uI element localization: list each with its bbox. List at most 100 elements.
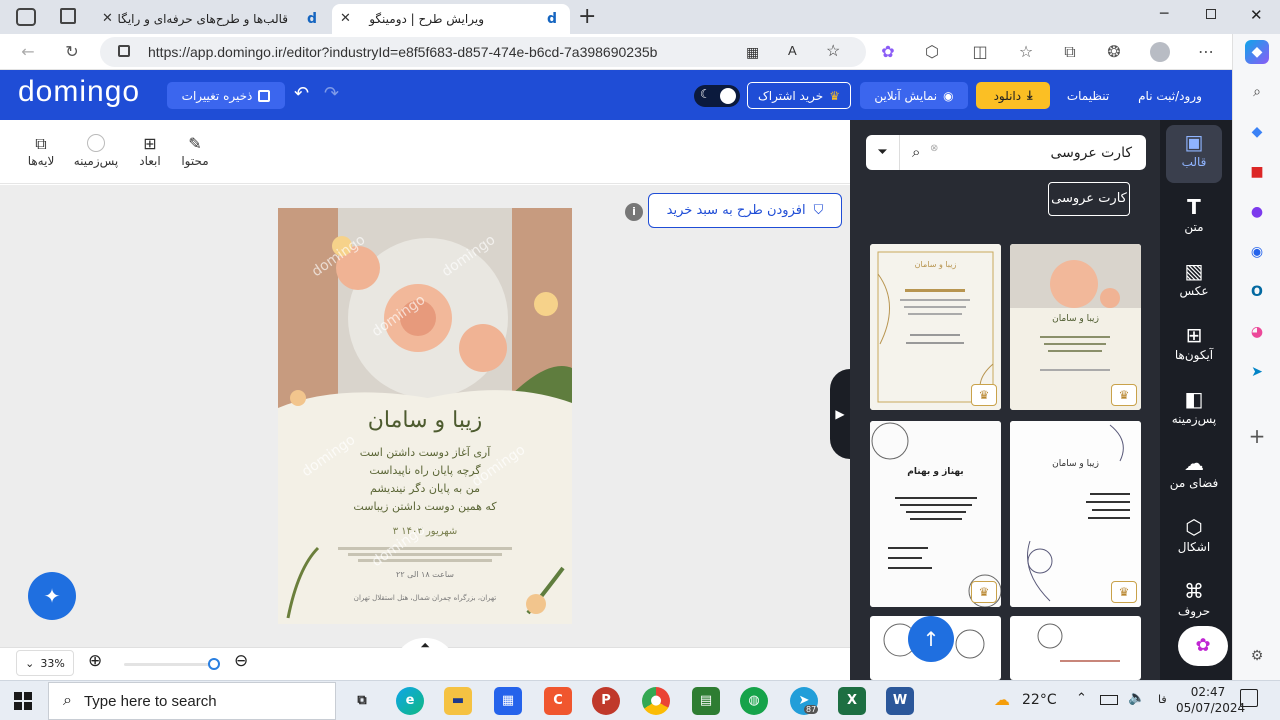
store-icon[interactable]: ▦	[494, 687, 522, 715]
template-thumb[interactable]	[1010, 616, 1141, 680]
ai-brain-button[interactable]: ✿	[1178, 626, 1228, 666]
undo-icon[interactable]: ↶	[294, 83, 309, 104]
wedding-card-design[interactable]: زیبا و سامان آری آغاز دوست داشتن است گرچ…	[278, 208, 572, 624]
search-input[interactable]: کارت عروسی	[1050, 145, 1132, 161]
extensions-icon[interactable]: ⬡	[922, 42, 942, 62]
scroll-top-button[interactable]: ↑	[908, 616, 954, 662]
chrome-icon[interactable]: ●	[642, 687, 670, 715]
filter-icon[interactable]: ⏷	[866, 135, 900, 170]
login-link[interactable]: ورود/ثبت نام	[1130, 82, 1210, 109]
sidebar-settings-icon[interactable]: ⚙	[1245, 644, 1269, 668]
template-thumb[interactable]: زیبا و سامان ♛	[1010, 244, 1141, 410]
close-window-icon[interactable]: ✕	[1250, 6, 1263, 24]
tools-icon[interactable]: ■	[1245, 160, 1269, 184]
app-green-icon[interactable]: ▤	[692, 687, 720, 715]
favorite-icon[interactable]: ☆	[826, 41, 840, 61]
download-button[interactable]: ⤓ دانلود	[976, 82, 1050, 109]
windows-start-icon[interactable]	[14, 692, 32, 710]
domingo-logo[interactable]: domingo	[18, 75, 140, 109]
copilot-ext-icon[interactable]: ✿	[878, 42, 898, 62]
online-preview-button[interactable]: ◉ نمایش آنلاین	[860, 82, 968, 109]
info-icon[interactable]: i	[625, 203, 643, 221]
app-orange-icon[interactable]: C	[544, 687, 572, 715]
notifications-icon[interactable]	[1240, 689, 1258, 707]
template-thumb[interactable]: زیبا و سامان ♛	[870, 244, 1001, 410]
profile-avatar[interactable]	[1150, 42, 1170, 62]
save-button[interactable]: ذخیره تغییرات	[167, 82, 285, 109]
background-tool[interactable]: پس‌زمینه	[70, 134, 122, 168]
zoom-select[interactable]: ⌄ 33%	[16, 650, 74, 676]
settings-link[interactable]: تنظیمات	[1060, 82, 1116, 109]
dimensions-tool[interactable]: ⊞ ابعاد	[132, 134, 168, 168]
nav-background[interactable]: ◧ پس‌زمینه	[1166, 382, 1222, 440]
battery-icon[interactable]	[1100, 695, 1118, 705]
nav-text[interactable]: T متن	[1166, 190, 1222, 248]
apps-icon[interactable]: ▦	[746, 44, 759, 61]
performance-icon[interactable]: ❂	[1104, 42, 1124, 62]
subscribe-button[interactable]: ♛ خرید اشتراک	[747, 82, 851, 109]
url-field[interactable]: https://app.domingo.ir/editor?industryId…	[100, 37, 866, 67]
globe-icon[interactable]: ◍	[740, 687, 768, 715]
new-tab-icon[interactable]: +	[578, 4, 596, 29]
close-tab-icon[interactable]: ✕	[102, 11, 113, 26]
favorites-icon[interactable]: ☆	[1016, 42, 1036, 62]
nav-shapes[interactable]: ⬡ اشکال	[1166, 510, 1222, 568]
refresh-icon[interactable]: ↻	[62, 42, 82, 62]
weather-icon[interactable]: ☁	[994, 690, 1010, 709]
tag-chip[interactable]: کارت عروسی	[1048, 182, 1130, 216]
zoom-slider-thumb[interactable]	[208, 658, 220, 670]
edge-taskbar-icon[interactable]: e	[396, 687, 424, 715]
task-view-icon[interactable]: ⧉	[348, 687, 376, 715]
tab-editor[interactable]: d ویرایش طرح | دومینگو ✕	[332, 4, 570, 34]
collections-icon[interactable]: ⧉	[1060, 42, 1080, 62]
template-thumb[interactable]: بهناز و بهنام ♛	[870, 421, 1001, 607]
tab-templates[interactable]: d قالب‌ها و طرح‌های حرفه‌ای و رایگان ✕	[94, 4, 330, 34]
excel-icon[interactable]: X	[838, 687, 866, 715]
games-icon[interactable]: ◉	[1245, 240, 1269, 264]
minimize-icon[interactable]: ─	[1160, 6, 1168, 22]
more-icon[interactable]: ⋯	[1196, 42, 1216, 62]
layers-tool[interactable]: ⧉ لایه‌ها	[22, 134, 60, 168]
clock[interactable]: 02:47 05/07/2024	[1176, 684, 1245, 716]
content-tool[interactable]: ✎ محتوا	[176, 134, 214, 168]
collapse-panel-button[interactable]: ▶	[830, 369, 850, 459]
redo-icon[interactable]: ↷	[324, 83, 339, 104]
zoom-out-icon[interactable]: ⊖	[234, 651, 248, 671]
copilot-icon[interactable]: ◆	[1245, 40, 1269, 64]
temperature[interactable]: 22°C	[1022, 692, 1057, 708]
designer-icon[interactable]: ◕	[1245, 320, 1269, 344]
tab-actions-icon[interactable]	[60, 8, 76, 24]
zoom-slider[interactable]	[124, 658, 220, 670]
volume-icon[interactable]: 🔈	[1128, 690, 1145, 706]
clear-icon[interactable]: ⊗	[930, 143, 938, 154]
workspaces-icon[interactable]	[16, 8, 36, 26]
nav-photo[interactable]: ▧ عکس	[1166, 254, 1222, 312]
zoom-in-icon[interactable]: ⊕	[88, 651, 102, 671]
restore-icon[interactable]	[1206, 9, 1216, 19]
close-tab-icon[interactable]: ✕	[340, 11, 351, 26]
nav-templates[interactable]: ▣ قالب	[1166, 125, 1222, 183]
search-icon[interactable]: ⌕	[1245, 80, 1269, 104]
outlook-icon[interactable]: O	[1245, 280, 1269, 304]
template-search[interactable]: کارت عروسی ⊗ ⌕ ⏷	[866, 135, 1146, 170]
template-thumb[interactable]: زیبا و سامان ♛	[1010, 421, 1141, 607]
add-to-cart-button[interactable]: ⛉ افزودن طرح به سبد خرید	[648, 193, 842, 228]
file-explorer-icon[interactable]: ▬	[444, 687, 472, 715]
shopping-icon[interactable]: ◆	[1245, 120, 1269, 144]
nav-my-space[interactable]: ☁ فضای من	[1166, 446, 1222, 504]
word-icon[interactable]: W	[886, 687, 914, 715]
add-icon[interactable]: +	[1245, 424, 1269, 448]
nav-icons[interactable]: ⊞ آیکون‌ها	[1166, 318, 1222, 376]
people-icon[interactable]: ●	[1245, 200, 1269, 224]
split-screen-icon[interactable]: ◫	[970, 42, 990, 62]
input-language[interactable]: فا	[1158, 693, 1167, 706]
back-icon[interactable]: ←	[18, 42, 38, 62]
app-red-p-icon[interactable]: P	[592, 687, 620, 715]
tray-chevron-icon[interactable]: ⌃	[1076, 691, 1087, 706]
dark-mode-toggle[interactable]: ☾	[694, 85, 740, 107]
magic-wand-button[interactable]: ✦	[28, 572, 76, 620]
send-icon[interactable]: ➤	[1245, 360, 1269, 384]
nav-letters[interactable]: ⌘ حروف	[1166, 574, 1222, 620]
taskbar-search[interactable]: ⌕ Type here to search	[48, 682, 336, 720]
read-aloud-icon[interactable]: A	[788, 43, 797, 58]
